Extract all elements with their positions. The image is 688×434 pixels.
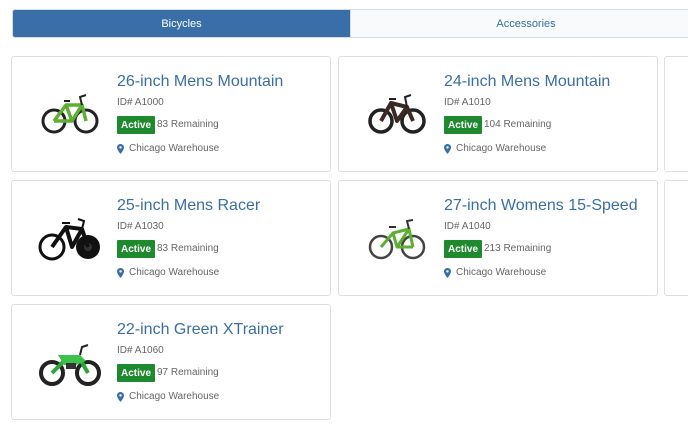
tab-bicycles[interactable]: Bicycles xyxy=(13,10,351,37)
map-pin-icon xyxy=(117,391,124,402)
location: Chicago Warehouse xyxy=(117,143,219,154)
status-badge: Active xyxy=(117,116,156,134)
product-title[interactable]: 24-inch Mens Mountain xyxy=(444,73,610,91)
womens-bike-icon xyxy=(368,219,426,260)
remaining-count: 97 Remaining xyxy=(157,367,219,378)
product-title[interactable]: 22-inch Green XTrainer xyxy=(117,321,284,339)
product-id: ID# A1000 xyxy=(117,97,164,108)
status-badge: Active xyxy=(117,364,156,382)
location-label: Chicago Warehouse xyxy=(129,143,220,154)
product-id: ID# A1040 xyxy=(444,221,491,232)
location: Chicago Warehouse xyxy=(117,267,219,278)
racer-bike-icon xyxy=(38,218,100,261)
map-pin-icon xyxy=(444,267,451,278)
remaining-count: 104 Remaining xyxy=(484,119,552,130)
location-label: Chicago Warehouse xyxy=(129,267,220,278)
product-card[interactable]: 24-inch Mens Mountain ID# A1010 Active 1… xyxy=(338,56,658,172)
map-pin-icon xyxy=(444,143,451,154)
tab-accessories[interactable]: Accessories xyxy=(350,10,688,37)
remaining-count: 213 Remaining xyxy=(484,243,552,254)
product-card[interactable]: 26-inch Mens Mountain ID# A1000 Active 8… xyxy=(11,56,331,172)
location-label: Chicago Warehouse xyxy=(456,143,547,154)
location: Chicago Warehouse xyxy=(444,143,546,154)
product-id: ID# A1010 xyxy=(444,97,491,108)
product-card[interactable]: 27-inch Womens 15-Speed ID# A1040 Active… xyxy=(338,180,658,296)
map-pin-icon xyxy=(117,267,124,278)
product-card-partial[interactable] xyxy=(664,56,688,172)
mountain-bike-icon xyxy=(368,94,426,134)
status-badge: Active xyxy=(444,240,483,258)
product-id: ID# A1030 xyxy=(117,221,164,232)
location-label: Chicago Warehouse xyxy=(129,391,220,402)
status-badge: Active xyxy=(117,240,156,258)
map-pin-icon xyxy=(117,143,124,154)
location: Chicago Warehouse xyxy=(444,267,546,278)
location: Chicago Warehouse xyxy=(117,391,219,402)
dirt-bike-icon xyxy=(39,344,101,386)
location-label: Chicago Warehouse xyxy=(456,267,547,278)
product-title[interactable]: 27-inch Womens 15-Speed xyxy=(444,197,638,215)
mountain-bike-icon xyxy=(41,94,99,134)
product-card-partial[interactable] xyxy=(664,180,688,296)
category-tabs: Bicycles Accessories xyxy=(12,9,688,38)
product-title[interactable]: 26-inch Mens Mountain xyxy=(117,73,283,91)
product-id: ID# A1060 xyxy=(117,345,164,356)
status-badge: Active xyxy=(444,116,483,134)
remaining-count: 83 Remaining xyxy=(157,119,219,130)
product-card[interactable]: 25-inch Mens Racer ID# A1030 Active 83 R… xyxy=(11,180,331,296)
product-title[interactable]: 25-inch Mens Racer xyxy=(117,197,260,215)
product-card[interactable]: 22-inch Green XTrainer ID# A1060 Active … xyxy=(11,304,331,420)
remaining-count: 83 Remaining xyxy=(157,243,219,254)
